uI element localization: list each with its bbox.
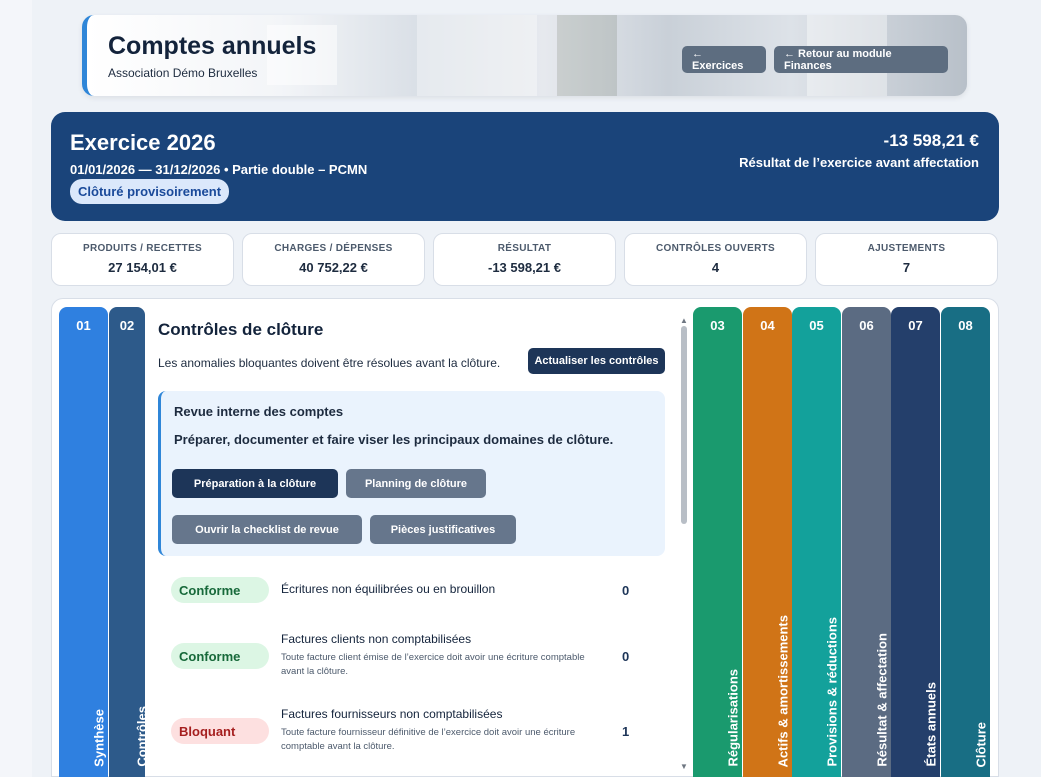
kpi-open-controls: CONTRÔLES OUVERTS 4 (624, 233, 807, 286)
result-label: Résultat de l’exercice avant affectation (739, 155, 979, 170)
kpi-value: 27 154,01 € (108, 260, 177, 275)
kpi-value: -13 598,21 € (487, 260, 561, 275)
tab-provisions-reductions[interactable]: 05 Provisions & réductions (792, 307, 841, 777)
control-title: Écritures non équilibrées ou en brouillo… (281, 582, 496, 596)
page-header-banner: Comptes annuels Association Démo Bruxell… (82, 15, 967, 96)
scroll-down-icon[interactable]: ▼ (680, 762, 688, 771)
tab-number: 01 (76, 318, 91, 333)
left-margin (0, 0, 32, 777)
tab-number: 04 (760, 318, 775, 333)
exercises-button[interactable]: ← Exercices (682, 46, 766, 73)
tab-number: 02 (119, 318, 135, 333)
control-title: Factures clients non comptabilisées (281, 632, 472, 646)
supporting-documents-button[interactable]: Pièces justificatives (370, 515, 516, 544)
tab-regularisations[interactable]: 03 Régularisations (693, 307, 742, 777)
closing-preparation-button[interactable]: Préparation à la clôture (172, 469, 338, 498)
tab-synthese[interactable]: 01 Synthèse (59, 307, 108, 777)
tab-number: 03 (710, 318, 725, 333)
kpi-value: 40 752,22 € (299, 260, 368, 275)
tab-number: 08 (958, 318, 973, 333)
kpi-products: PRODUITS / RECETTES 27 154,01 € (51, 233, 234, 286)
content-scrollbar[interactable]: ▲ ▼ (679, 316, 689, 777)
status-pill: Conforme (171, 643, 269, 669)
status-badge: Clôturé provisoirement (70, 179, 230, 204)
kpi-value: 4 (711, 260, 720, 275)
control-count: 1 (622, 724, 630, 739)
exercise-title: Exercice 2026 (70, 130, 216, 155)
tab-label: Provisions & réductions (824, 617, 839, 767)
back-to-finance-button[interactable]: ← Retour au module Finances (774, 46, 948, 73)
tab-label: Actifs & amortissements (775, 614, 790, 767)
tab-actifs-amortissements[interactable]: 04 Actifs & amortissements (743, 307, 792, 777)
tab-number: 05 (809, 318, 824, 333)
status-pill: Conforme (171, 577, 269, 603)
page-title: Comptes annuels (108, 32, 317, 60)
kpi-charges: CHARGES / DÉPENSES 40 752,22 € (242, 233, 425, 286)
organization-name: Association Démo Bruxelles (108, 66, 258, 80)
kpi-label: AJUSTEMENTS (867, 243, 946, 254)
review-description: Préparer, documenter et faire viser les … (174, 432, 614, 447)
control-detail: Toute facture client émise de l’exercice… (281, 652, 585, 677)
review-checklist-button[interactable]: Ouvrir la checklist de revue (172, 515, 362, 544)
tab-label: Clôture (973, 721, 988, 768)
tab-label: Régularisations (725, 669, 740, 767)
kpi-label: RÉSULTAT (497, 243, 552, 254)
banner-decoration (557, 15, 617, 96)
banner-decoration (417, 15, 537, 96)
tab-label: Contrôles (134, 706, 150, 767)
refresh-controls-button[interactable]: Actualiser les contrôles (528, 348, 665, 374)
kpi-label: CONTRÔLES OUVERTS (656, 243, 775, 254)
tab-label: Synthèse (91, 709, 106, 767)
result-amount: -13 598,21 € (883, 131, 979, 150)
section-description: Les anomalies bloquantes doivent être ré… (158, 356, 501, 370)
tab-controles[interactable]: 02 Contrôles (109, 307, 150, 777)
tab-number: 06 (859, 318, 874, 333)
scroll-up-icon[interactable]: ▲ (680, 316, 688, 325)
control-count: 0 (622, 649, 630, 664)
kpi-result: RÉSULTAT -13 598,21 € (433, 233, 616, 286)
section-title: Contrôles de clôture (158, 320, 324, 339)
scrollbar-thumb[interactable] (681, 326, 687, 524)
closing-planning-button[interactable]: Planning de clôture (346, 469, 486, 498)
kpi-adjustments: AJUSTEMENTS 7 (815, 233, 998, 286)
exercise-period: 01/01/2026 — 31/12/2026 • Partie double … (70, 162, 368, 177)
internal-review-box: Revue interne des comptes Préparer, docu… (158, 391, 665, 556)
kpi-label: CHARGES / DÉPENSES (274, 243, 393, 254)
kpi-value: 7 (902, 260, 911, 275)
control-detail: Toute facture fournisseur définitive de … (281, 727, 576, 752)
tab-number: 07 (908, 318, 923, 333)
control-title: Factures fournisseurs non comptabilisées (281, 707, 503, 721)
exercise-summary-card: Exercice 2026 01/01/2026 — 31/12/2026 • … (51, 112, 999, 221)
tab-label: Résultat & affectation (874, 633, 889, 767)
tab-resultat-affectation[interactable]: 06 Résultat & affectation (842, 307, 891, 777)
tab-label: États annuels (923, 682, 938, 767)
status-pill: Bloquant (171, 718, 269, 744)
kpi-label: PRODUITS / RECETTES (82, 243, 203, 254)
tab-cloture[interactable]: 08 Clôture (941, 307, 990, 777)
tab-etats-annuels[interactable]: 07 États annuels (891, 307, 940, 777)
control-count: 0 (622, 583, 630, 598)
review-title: Revue interne des comptes (174, 404, 344, 419)
